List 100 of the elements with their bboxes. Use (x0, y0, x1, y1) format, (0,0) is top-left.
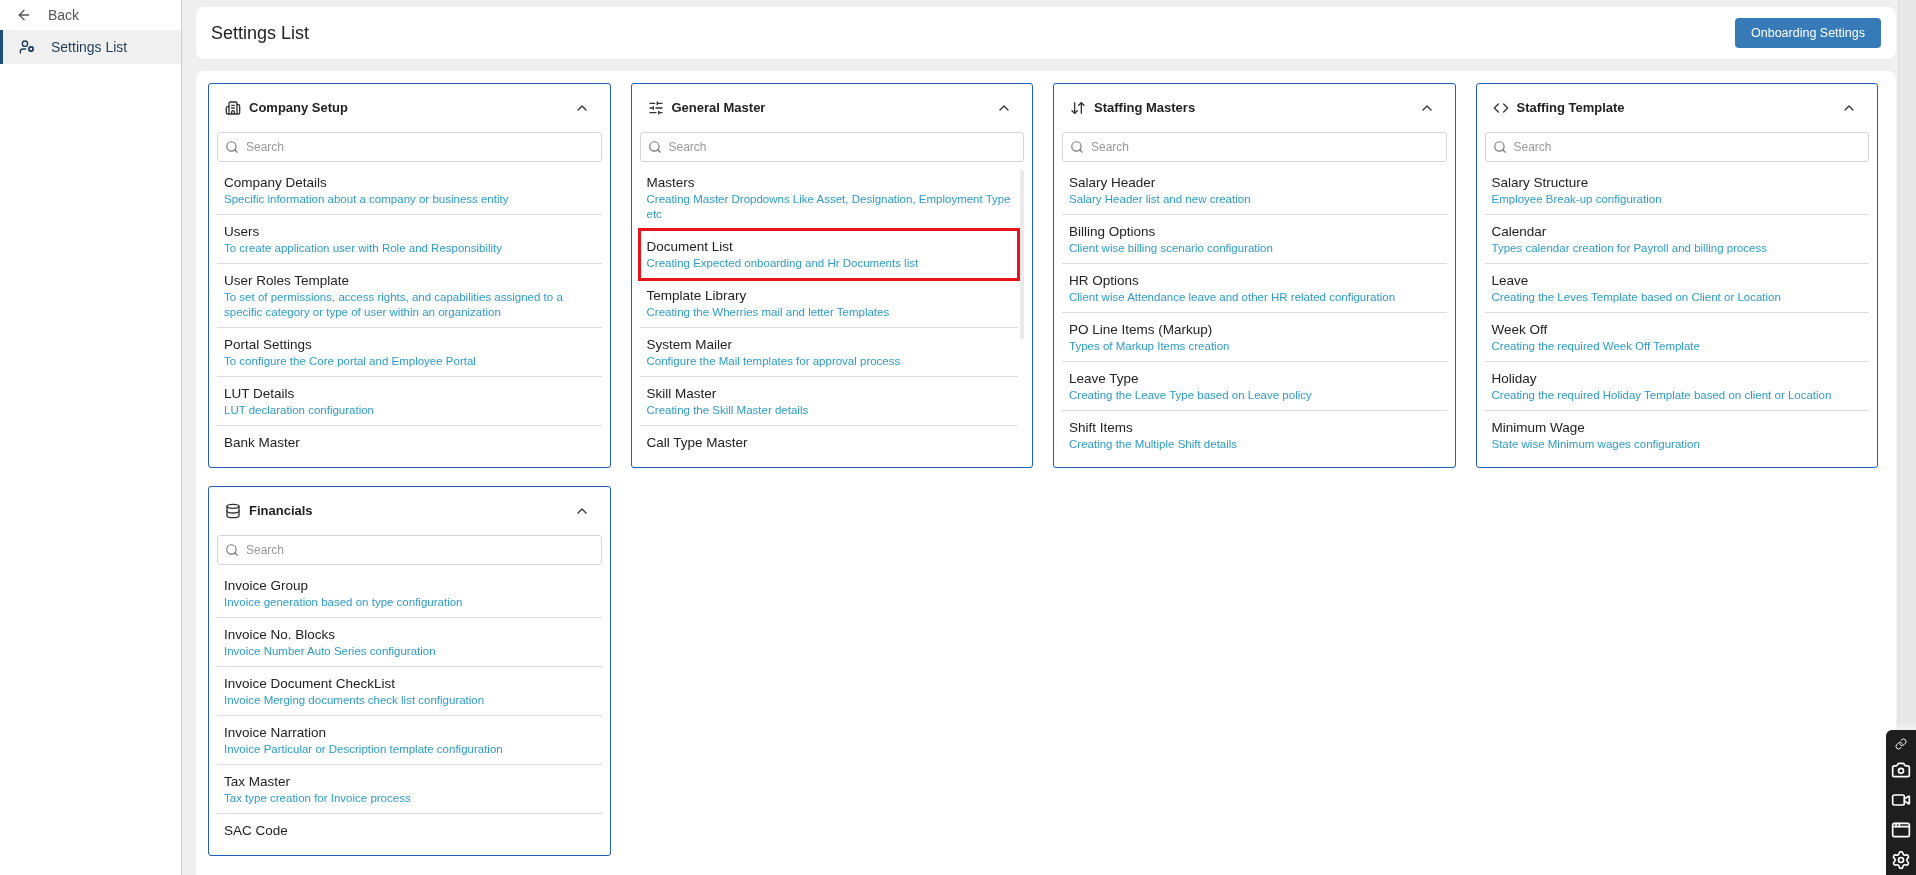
card-title: Financials (249, 502, 313, 521)
search-field[interactable]: Search (1062, 132, 1447, 162)
settings-item[interactable]: Minimum Wage State wise Minimum wages configuration (1484, 411, 1869, 459)
card-title: Staffing Masters (1094, 99, 1196, 118)
settings-item[interactable]: Salary Header Salary Header list and new creation (1062, 166, 1447, 215)
scrollbar-thumb[interactable] (1020, 170, 1024, 339)
settings-item[interactable]: Leave Creating the Leves Template based on Client or Location (1484, 264, 1869, 313)
settings-item[interactable]: Invoice Narration Invoice Particular or Description template configuration (217, 716, 602, 765)
search-icon (1492, 140, 1507, 154)
user-gear-icon (19, 39, 35, 55)
settings-item[interactable]: Invoice Group Invoice generation based on type configuration (217, 569, 602, 618)
code-icon (1492, 100, 1509, 116)
item-description: Salary Header list and new creation (1069, 192, 1252, 207)
settings-item[interactable]: Call Type Master (639, 426, 1018, 459)
settings-item[interactable]: SAC Code (217, 814, 602, 847)
item-title: Salary Structure (1491, 174, 1590, 192)
settings-item[interactable]: Billing Options Client wise billing scenario configuration (1062, 215, 1447, 264)
settings-item[interactable]: Tax Master Tax type creation for Invoice process (217, 765, 602, 814)
item-title: LUT Details (224, 385, 296, 403)
settings-item[interactable]: Bank Master (217, 426, 602, 459)
item-title: Week Off (1491, 321, 1549, 339)
item-description: To configure the Core portal and Employee Portal (224, 354, 477, 369)
item-description: Creating the Skill Master details (646, 403, 810, 418)
item-description: To create application user with Role and Responsibility (224, 241, 504, 256)
item-description: Specific information about a company or business entity (224, 192, 510, 207)
settings-item[interactable]: Invoice No. Blocks Invoice Number Auto Series configuration (217, 618, 602, 667)
settings-item[interactable]: Skill Master Creating the Skill Master details (639, 377, 1018, 426)
item-title: Skill Master (646, 385, 718, 403)
item-title: Leave Type (1069, 370, 1140, 388)
settings-item[interactable]: Shift Items Creating the Multiple Shift details (1062, 411, 1447, 459)
settings-item[interactable]: User Roles Template To set of permissions, access rights, and capabilities assigned to a specific category or type of user within an organization (217, 264, 602, 328)
item-title: Users (224, 223, 261, 241)
item-description: Types calendar creation for Payroll and billing process (1491, 241, 1768, 256)
settings-item[interactable]: LUT Details LUT declaration configuration (217, 377, 602, 426)
settings-item[interactable]: HR Options Client wise Attendance leave and other HR related configuration (1062, 264, 1447, 313)
page-title: Settings List (211, 21, 310, 45)
search-field[interactable]: Search (217, 132, 602, 162)
onboarding-settings-button[interactable]: Onboarding Settings (1735, 18, 1881, 48)
settings-item[interactable]: Template Library Creating the Wherries mail and letter Templates (639, 279, 1018, 328)
window-icon[interactable] (1891, 820, 1911, 840)
settings-item[interactable]: Invoice Document CheckList Invoice Merging documents check list configuration (217, 667, 602, 716)
item-description: Client wise billing scenario configuration (1069, 241, 1274, 256)
settings-item[interactable]: Salary Structure Employee Break-up configuration (1484, 166, 1869, 215)
item-title: System Mailer (646, 336, 733, 354)
card-title: Staffing Template (1516, 99, 1625, 118)
sort-arrows-icon (1070, 100, 1086, 116)
item-description: Configure the Mail templates for approval process (646, 354, 902, 369)
item-description: To set of permissions, access rights, and capabilities assigned to a specific category or type of user within an organization (224, 290, 564, 320)
item-title: Calendar (1491, 223, 1548, 241)
item-title: Salary Header (1069, 174, 1157, 192)
search-icon (225, 140, 239, 154)
item-title: SAC Code (224, 822, 289, 840)
search-field[interactable]: Search (639, 132, 1024, 162)
item-title: Company Details (224, 174, 328, 192)
settings-item[interactable]: Company Details Specific information about a company or business entity (217, 166, 602, 215)
item-description: Creating the Multiple Shift details (1069, 437, 1239, 452)
settings-item[interactable]: Holiday Creating the required Holiday Template based on client or Location (1484, 362, 1869, 411)
settings-item[interactable]: Masters Creating Master Dropdowns Like Asset, Designation, Employment Type etc (639, 166, 1018, 230)
item-description: Invoice Number Auto Series configuration (224, 644, 437, 659)
item-title: Template Library (646, 287, 748, 305)
item-title: Leave (1491, 272, 1530, 290)
sidebar-item[interactable]: Settings List (0, 30, 181, 64)
item-title: Invoice No. Blocks (224, 626, 337, 644)
link-icon[interactable] (1895, 738, 1907, 750)
item-title: Tax Master (224, 773, 292, 791)
camera-icon[interactable] (1891, 760, 1911, 780)
settings-item[interactable]: PO Line Items (Markup) Types of Markup Items creation (1062, 313, 1447, 362)
item-description: Creating the Leave Type based on Leave policy (1069, 388, 1313, 403)
settings-item[interactable]: Calendar Types calendar creation for Payroll and billing process (1484, 215, 1869, 264)
settings-item[interactable]: Document List Creating Expected onboarding and Hr Documents list (639, 230, 1018, 279)
settings-item[interactable]: Leave Type Creating the Leave Type based on Leave policy (1062, 362, 1447, 411)
item-description: Creating the Leves Template based on Client or Location (1491, 290, 1782, 305)
settings-item[interactable]: Week Off Creating the required Week Off Template (1484, 313, 1869, 362)
item-title: PO Line Items (Markup) (1069, 321, 1214, 339)
search-field[interactable]: Search (217, 535, 602, 565)
settings-item[interactable]: Users To create application user with Role and Responsibility (217, 215, 602, 264)
building-icon (225, 100, 241, 116)
item-description: LUT declaration configuration (224, 403, 376, 418)
item-description: Invoice Merging documents check list configuration (224, 693, 486, 708)
settings-item[interactable]: System Mailer Configure the Mail templates for approval process (639, 328, 1018, 377)
back-link[interactable]: Back (0, 0, 96, 30)
item-title: Portal Settings (224, 336, 313, 354)
item-title: Document List (646, 238, 734, 256)
settings-icon[interactable] (1891, 850, 1911, 870)
item-title: HR Options (1069, 272, 1140, 290)
search-icon (225, 543, 239, 557)
item-title: Minimum Wage (1491, 419, 1586, 437)
item-title: User Roles Template (224, 272, 351, 290)
item-title: Shift Items (1069, 419, 1134, 437)
item-description: Tax type creation for Invoice process (224, 791, 412, 806)
item-title: Invoice Group (224, 577, 310, 595)
search-field[interactable]: Search (1484, 132, 1869, 162)
item-description: Employee Break-up configuration (1491, 192, 1663, 207)
card-title: General Master (671, 99, 766, 118)
item-title: Call Type Master (646, 434, 749, 452)
settings-item[interactable]: Portal Settings To configure the Core portal and Employee Portal (217, 328, 602, 377)
item-description: Creating the Wherries mail and letter Templates (646, 305, 891, 320)
search-icon (647, 140, 662, 154)
item-title: Invoice Document CheckList (224, 675, 397, 693)
item-description: Creating Expected onboarding and Hr Documents list (646, 256, 920, 271)
